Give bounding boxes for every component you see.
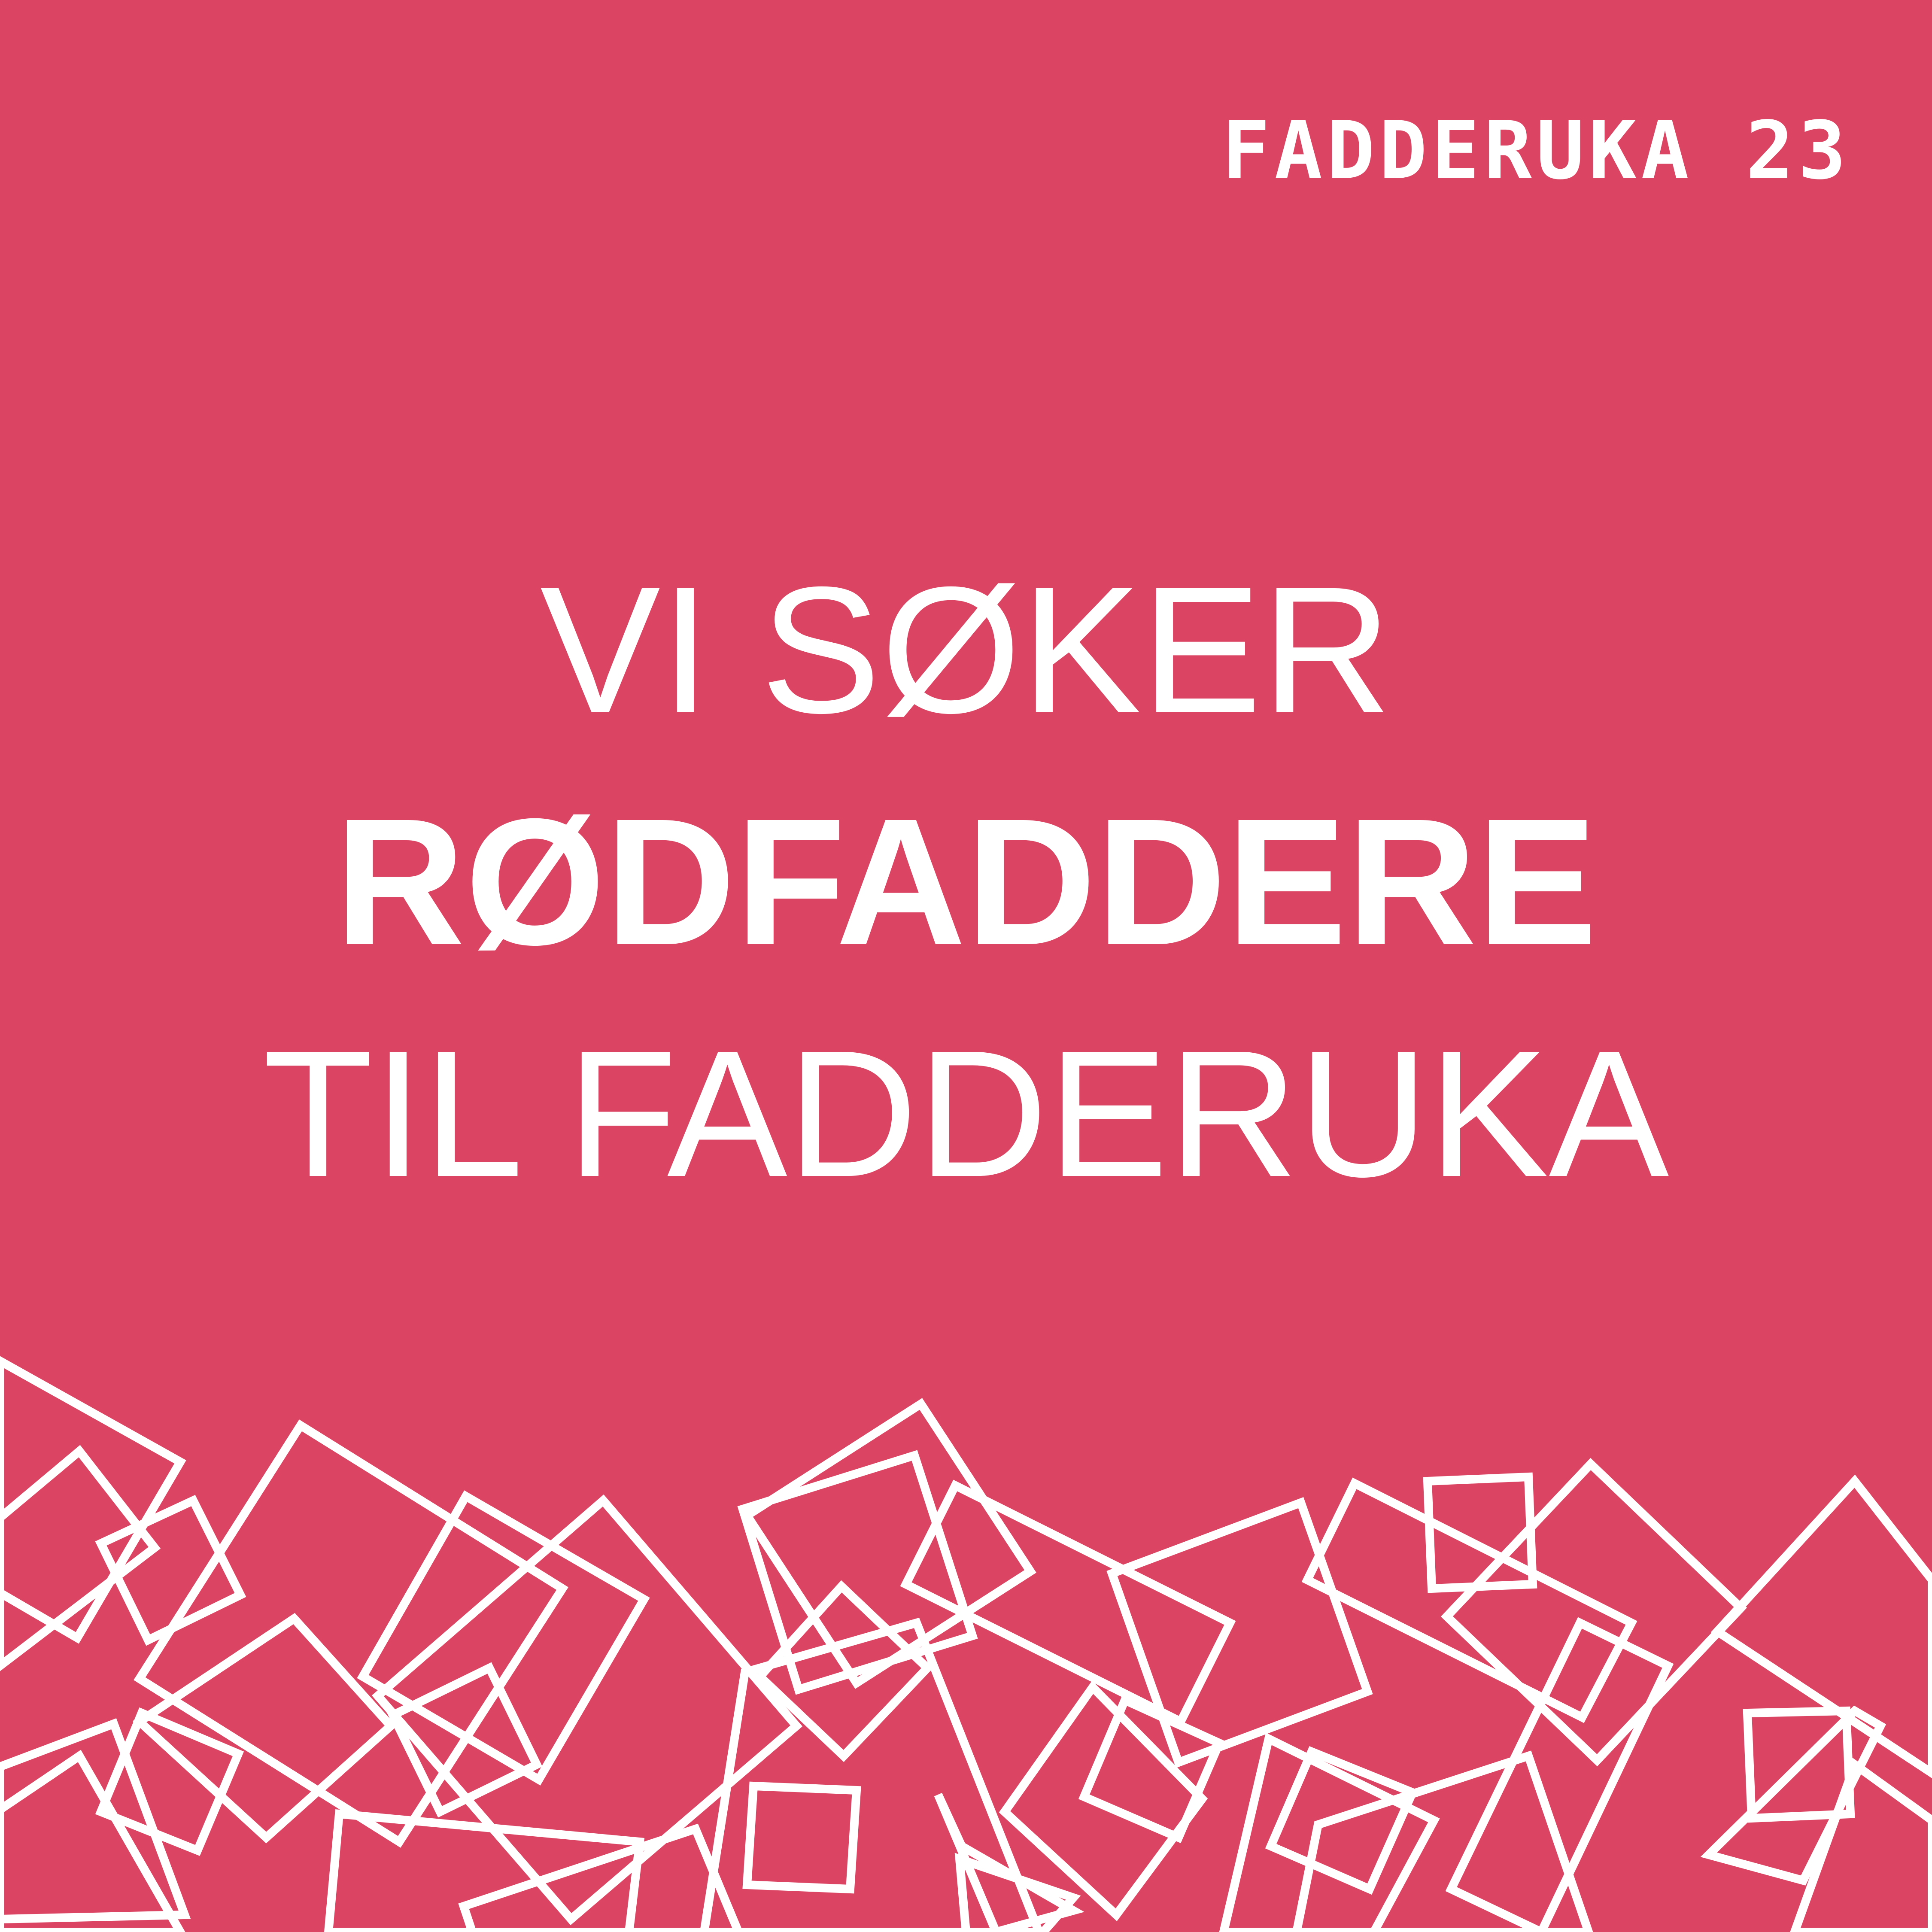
outline-square-32: [1292, 1750, 1593, 1932]
outline-square-29: [742, 1781, 861, 1894]
outline-square-21: [1440, 1458, 1747, 1767]
scattered-squares-icon: [0, 1356, 1932, 1932]
poster-canvas: FADDERUKA 23 VI SØKER RØDFADDERE TIL FAD…: [0, 0, 1932, 1932]
outline-square-18: [1078, 1694, 1225, 1844]
outline-square-8: [0, 1750, 185, 1932]
outline-square-16: [900, 1479, 1236, 1728]
outline-square-25: [1700, 1705, 1886, 1886]
outline-square-30: [1219, 1732, 1440, 1932]
outline-square-19: [1301, 1477, 1637, 1723]
